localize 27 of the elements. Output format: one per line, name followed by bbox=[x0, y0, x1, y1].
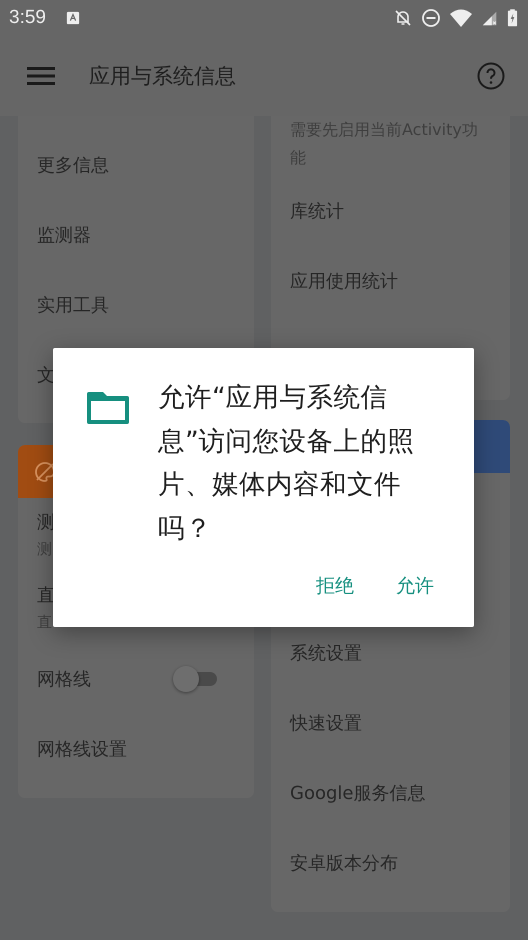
folder-icon bbox=[86, 390, 130, 426]
menu-item[interactable]: 快速设置 bbox=[290, 711, 362, 735]
clock-time: 3:59 bbox=[9, 7, 46, 29]
menu-item[interactable]: 更多信息 bbox=[37, 153, 109, 177]
menu-item[interactable]: 应用使用统计 bbox=[290, 269, 398, 293]
menu-item[interactable]: 文 bbox=[37, 363, 55, 387]
battery-charging-icon bbox=[507, 8, 518, 28]
bell-off-icon bbox=[393, 8, 413, 28]
menu-item[interactable]: 系统设置 bbox=[290, 641, 362, 665]
menu-item[interactable]: 网格线 bbox=[37, 667, 91, 691]
menu-item[interactable]: 直 bbox=[37, 583, 55, 607]
menu-item[interactable]: 监测器 bbox=[37, 223, 91, 247]
menu-icon[interactable] bbox=[27, 66, 55, 86]
app-title: 应用与系统信息 bbox=[89, 63, 236, 90]
dialog-message: 允许“应用与系统信息”访问您设备上的照片、媒体内容和文件吗？ bbox=[158, 381, 416, 546]
dialog-button[interactable]: 拒绝 bbox=[302, 567, 368, 605]
do-not-disturb-icon bbox=[421, 8, 441, 28]
dialog-button[interactable]: 允许 bbox=[382, 567, 448, 605]
keyboard-a-icon bbox=[66, 11, 80, 25]
wifi-icon bbox=[449, 8, 473, 28]
help-icon[interactable] bbox=[477, 62, 505, 90]
menu-item[interactable]: 网格线设置 bbox=[37, 737, 127, 761]
menu-item[interactable]: 安卓版本分布 bbox=[290, 851, 398, 875]
menu-item[interactable]: 库统计 bbox=[290, 199, 344, 223]
menu-item[interactable]: Google服务信息 bbox=[290, 781, 426, 805]
toggle-switch[interactable] bbox=[173, 666, 219, 692]
menu-item[interactable]: 实用工具 bbox=[37, 293, 109, 317]
